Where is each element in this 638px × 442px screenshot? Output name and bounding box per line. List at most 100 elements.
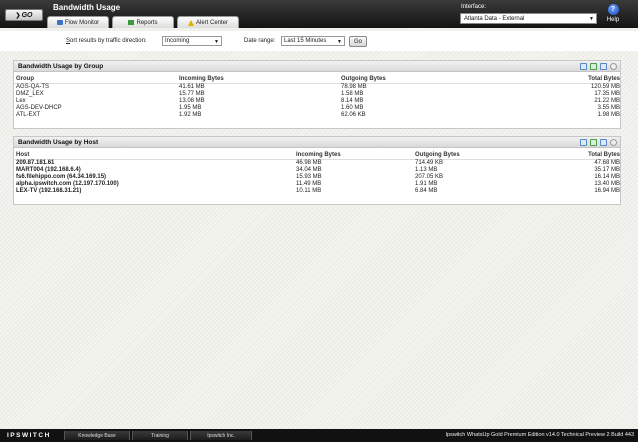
total-bytes: 16.14 MB	[594, 173, 620, 180]
app-header: ❯ GO Bandwidth Usage Flow Monitor Report…	[0, 0, 638, 28]
column-header-group[interactable]: Group	[14, 75, 179, 84]
row-name: DMZ_LEX	[16, 90, 44, 97]
table-row[interactable]: AGS-DEV-DHCP 1.95 MB 1.60 MB 3.55 MB	[14, 104, 622, 111]
outgoing-bytes: 6.84 MB	[415, 187, 438, 194]
interface-select-value: Atlanta Data - External	[464, 15, 525, 22]
panel-title: Bandwidth Usage by Host	[18, 139, 99, 146]
total-bytes: 13.40 MB	[594, 180, 620, 187]
table-row[interactable]: LEX-TV (192.168.31.21) 10.11 MB 6.84 MB 16.…	[14, 187, 622, 194]
sort-direction-select[interactable]: Incoming ▼	[162, 36, 222, 46]
incoming-bytes: 41.61 MB	[179, 83, 205, 90]
table-row[interactable]: AGS-QA-TS 41.61 MB 78.98 MB 120.59 MB	[14, 83, 622, 90]
table-row[interactable]: 209.87.181.61 46.98 MB 714.49 KB 47.68 MB	[14, 159, 622, 166]
help-icon: ?	[607, 4, 619, 15]
row-name: MART004 (192.168.6.4)	[16, 166, 81, 173]
incoming-bytes: 46.98 MB	[296, 159, 322, 166]
filter-bar: Sort results by traffic direction: Incom…	[0, 31, 638, 51]
minimize-icon[interactable]	[610, 139, 617, 146]
table-row[interactable]: MART004 (192.168.6.4) 34.04 MB 1.13 MB 35.1…	[14, 166, 622, 173]
column-header-incoming[interactable]: Incoming Bytes	[179, 75, 341, 84]
row-name: AGS-DEV-DHCP	[16, 104, 62, 111]
apply-filter-button[interactable]: Go	[349, 36, 367, 47]
table-row[interactable]: alpha.ipswitch.com (12.197.170.100) 11.49…	[14, 180, 622, 187]
date-range-label: Date range:	[244, 38, 276, 44]
table-row[interactable]: Lex 13.08 MB 8.14 MB 21.22 MB	[14, 97, 622, 104]
go-button[interactable]: ❯ GO	[5, 9, 43, 21]
page-title: Bandwidth Usage	[53, 3, 121, 12]
outgoing-bytes: 62.06 KB	[341, 111, 366, 118]
column-header-host[interactable]: Host	[14, 151, 296, 160]
interface-label: Interface:	[461, 4, 487, 10]
incoming-bytes: 11.49 MB	[296, 180, 322, 187]
total-bytes: 3.55 MB	[597, 104, 620, 111]
incoming-bytes: 10.11 MB	[296, 187, 322, 194]
total-bytes: 1.98 MB	[597, 111, 620, 118]
incoming-bytes: 13.08 MB	[179, 97, 205, 104]
row-name: fs6.filehippo.com (64.34.169.15)	[16, 173, 107, 180]
total-bytes: 120.59 MB	[590, 83, 620, 90]
tab-flow-monitor[interactable]: Flow Monitor	[47, 16, 109, 28]
row-name: alpha.ipswitch.com (12.197.170.100)	[16, 180, 119, 187]
help-button[interactable]: ? Help	[604, 4, 622, 23]
total-bytes: 47.68 MB	[594, 159, 620, 166]
panel-tools	[580, 63, 617, 70]
incoming-bytes: 15.77 MB	[179, 90, 205, 97]
help-label: Help	[606, 17, 620, 23]
table-row[interactable]: DMZ_LEX 15.77 MB 1.58 MB 17.35 MB	[14, 90, 622, 97]
tab-reports[interactable]: Reports	[112, 16, 174, 28]
footer: IPSWITCH Knowledge Base Training Ipswitc…	[0, 429, 638, 442]
sort-direction-value: Incoming	[165, 38, 190, 44]
refresh-icon[interactable]	[600, 139, 607, 146]
brand-logo: IPSWITCH	[7, 432, 51, 439]
column-header-outgoing[interactable]: Outgoing Bytes	[415, 151, 534, 160]
outgoing-bytes: 1.60 MB	[341, 104, 364, 111]
column-header-incoming[interactable]: Incoming Bytes	[296, 151, 415, 160]
row-name: AGS-QA-TS	[16, 83, 50, 90]
arrow-right-icon: ❯	[15, 12, 21, 19]
row-name: ATL-EXT	[16, 111, 41, 118]
group-table: Group Incoming Bytes Outgoing Bytes Tota…	[14, 75, 622, 118]
incoming-bytes: 1.95 MB	[179, 104, 202, 111]
row-name: Lex	[16, 97, 26, 104]
interface-select[interactable]: Atlanta Data - External ▼	[460, 13, 597, 24]
version-info: Ipswitch WhatsUp Gold Premium Edition v1…	[445, 432, 634, 438]
outgoing-bytes: 78.98 MB	[341, 83, 367, 90]
outgoing-bytes: 714.49 KB	[415, 159, 444, 166]
column-header-outgoing[interactable]: Outgoing Bytes	[341, 75, 503, 84]
incoming-bytes: 34.04 MB	[296, 166, 322, 173]
tab-alert-center[interactable]: Alert Center	[177, 16, 239, 28]
total-bytes: 16.94 MB	[594, 187, 620, 194]
export-icon[interactable]	[590, 139, 597, 146]
edit-icon[interactable]	[580, 139, 587, 146]
incoming-bytes: 1.92 MB	[179, 111, 202, 118]
panel-header: Bandwidth Usage by Group	[14, 61, 620, 72]
minimize-icon[interactable]	[610, 63, 617, 70]
edit-icon[interactable]	[580, 63, 587, 70]
outgoing-bytes: 207.05 KB	[415, 173, 444, 180]
row-name: LEX-TV (192.168.31.21)	[16, 187, 82, 194]
total-bytes: 35.17 MB	[594, 166, 620, 173]
host-usage-panel: Bandwidth Usage by Host Host Incoming By…	[13, 136, 622, 205]
alert-icon	[187, 19, 194, 26]
chevron-down-icon: ▼	[589, 16, 594, 22]
outgoing-bytes: 1.13 MB	[415, 166, 438, 173]
table-header-row: Host Incoming Bytes Outgoing Bytes Total…	[14, 151, 622, 160]
table-row[interactable]: fs6.filehippo.com (64.34.169.15) 15.93 MB…	[14, 173, 622, 180]
reports-icon	[128, 20, 135, 25]
sort-label: Sort results by traffic direction:	[66, 38, 147, 44]
export-icon[interactable]	[590, 63, 597, 70]
outgoing-bytes: 8.14 MB	[341, 97, 364, 104]
knowledge-base-link[interactable]: Knowledge Base	[64, 431, 130, 440]
ipswitch-link[interactable]: Ipswitch Inc.	[190, 431, 252, 440]
training-link[interactable]: Training	[132, 431, 188, 440]
column-header-total[interactable]: Total Bytes	[503, 75, 622, 84]
date-range-select[interactable]: Last 15 Minutes ▼	[281, 36, 345, 46]
refresh-icon[interactable]	[600, 63, 607, 70]
group-usage-panel: Bandwidth Usage by Group Group Incoming …	[13, 60, 622, 129]
column-header-total[interactable]: Total Bytes	[534, 151, 622, 160]
tab-flow-monitor-label: Flow Monitor	[64, 19, 100, 26]
host-table: Host Incoming Bytes Outgoing Bytes Total…	[14, 151, 622, 194]
outgoing-bytes: 1.91 MB	[415, 180, 438, 187]
go-button-label: GO	[21, 11, 33, 19]
table-row[interactable]: ATL-EXT 1.92 MB 62.06 KB 1.98 MB	[14, 111, 622, 118]
